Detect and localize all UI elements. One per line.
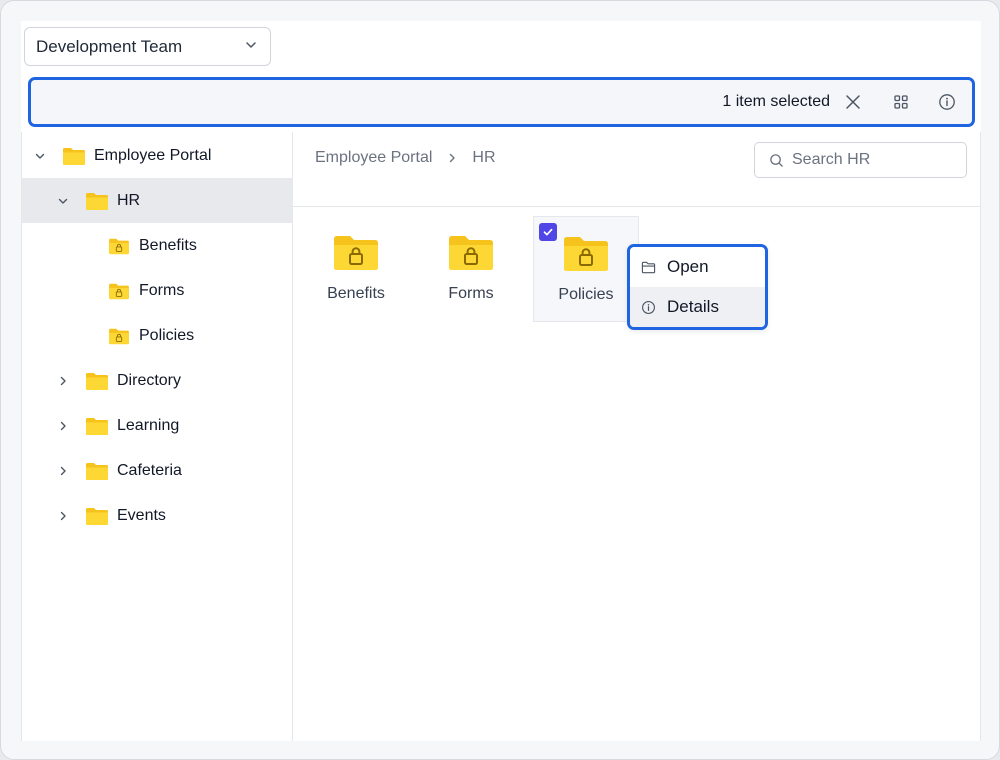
folder-tile-benefits[interactable]: Benefits <box>303 216 409 322</box>
folder-icon <box>85 506 109 526</box>
header-divider <box>293 206 981 207</box>
locked-folder-icon <box>332 232 380 272</box>
chevron-right-icon[interactable] <box>56 509 70 523</box>
folder-tile-forms[interactable]: Forms <box>418 216 524 322</box>
info-icon <box>939 94 955 110</box>
chevron-down-icon[interactable] <box>56 194 70 208</box>
chevron-down-icon <box>244 37 258 57</box>
chevron-right-icon <box>446 152 458 164</box>
folder-tile-name: Benefits <box>327 285 385 302</box>
tree-item-label: Events <box>117 506 166 524</box>
context-menu-details[interactable]: Details <box>630 287 765 327</box>
folder-icon <box>62 146 86 166</box>
tree-item-label: Benefits <box>139 236 197 254</box>
folder-open-icon <box>641 261 656 273</box>
tree-item-label: Directory <box>117 371 182 389</box>
tree-item-label: Employee Portal <box>94 146 212 164</box>
tree-item-hr[interactable]: HR <box>22 178 293 223</box>
breadcrumb-employee-portal[interactable]: Employee Portal <box>315 149 432 167</box>
context-menu-open-label: Open <box>667 257 709 276</box>
clear-selection-button[interactable] <box>842 91 864 113</box>
tree-item-employee-portal[interactable]: Employee Portal <box>22 133 293 178</box>
tree-item-learning[interactable]: Learning <box>22 403 293 448</box>
folder-icon <box>85 461 109 481</box>
chevron-right-icon[interactable] <box>56 419 70 433</box>
tree-item-label: Cafeteria <box>117 461 182 479</box>
search-icon <box>770 153 783 167</box>
locked-folder-icon <box>108 237 130 255</box>
workspace-dropdown-label: Development Team <box>36 36 183 56</box>
search-box <box>754 142 967 178</box>
breadcrumb-hr[interactable]: HR <box>472 149 495 167</box>
locked-folder-icon <box>562 233 610 273</box>
app-window: Development Team 1 item selected Employe… <box>0 0 1000 760</box>
breadcrumb: Employee Portal HR <box>315 149 496 167</box>
context-menu-open[interactable]: Open <box>630 247 765 287</box>
tree-item-label: HR <box>117 191 141 209</box>
tree-item-label: Policies <box>139 326 195 344</box>
chevron-down-icon[interactable] <box>33 149 47 163</box>
folder-icon <box>85 371 109 391</box>
grid-view-button[interactable] <box>890 91 912 113</box>
locked-folder-icon <box>108 282 130 300</box>
tree-item-cafeteria[interactable]: Cafeteria <box>22 448 293 493</box>
tree-item-label: Forms <box>139 281 185 299</box>
tree-item-forms[interactable]: Forms <box>22 268 293 313</box>
locked-folder-icon <box>108 327 130 345</box>
tree-item-policies[interactable]: Policies <box>22 313 293 358</box>
tree-item-label: Learning <box>117 416 180 434</box>
tree-item-directory[interactable]: Directory <box>22 358 293 403</box>
selection-checkbox[interactable] <box>539 223 557 241</box>
folder-tree: Employee Portal HR Benefits Forms Polici… <box>21 132 293 741</box>
selection-toolbar: 1 item selected <box>28 77 975 127</box>
folder-icon <box>85 416 109 436</box>
chevron-right-icon[interactable] <box>56 374 70 388</box>
file-browser: Development Team 1 item selected Employe… <box>21 21 981 741</box>
locked-folder-icon <box>447 232 495 272</box>
tree-item-benefits[interactable]: Benefits <box>22 223 293 268</box>
search-input[interactable] <box>792 151 962 169</box>
folder-tile-name: Policies <box>558 286 614 303</box>
grid-icon <box>894 95 908 109</box>
chevron-right-icon[interactable] <box>56 464 70 478</box>
close-icon <box>846 95 860 109</box>
folder-tile-policies[interactable]: Policies <box>533 216 639 322</box>
folder-icon <box>85 191 109 211</box>
selection-count: 1 item selected <box>722 93 830 110</box>
workspace-dropdown[interactable]: Development Team <box>24 27 271 66</box>
info-button[interactable] <box>936 91 958 113</box>
context-menu: Open Details <box>627 244 768 330</box>
context-menu-details-label: Details <box>667 297 719 316</box>
folder-contents: Employee Portal HR Benefits <box>293 132 981 741</box>
check-icon <box>543 228 553 236</box>
tree-item-events[interactable]: Events <box>22 493 293 538</box>
info-icon <box>642 300 655 314</box>
folder-tile-name: Forms <box>448 285 494 302</box>
